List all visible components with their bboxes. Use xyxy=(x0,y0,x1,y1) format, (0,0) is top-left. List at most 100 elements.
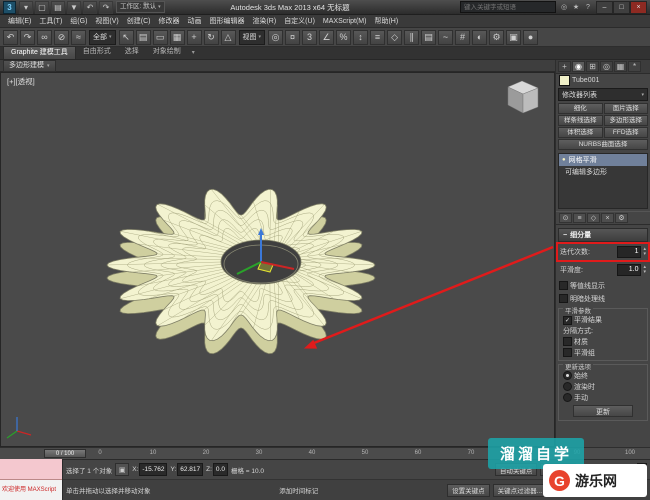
modifier-button[interactable]: 样条线选择 xyxy=(558,115,603,126)
redo-icon[interactable]: ↷ xyxy=(20,30,35,45)
stack-item[interactable]: ●网格平滑 xyxy=(559,154,647,166)
schematic-view-icon[interactable]: # xyxy=(455,30,470,45)
modifier-enabled-icon[interactable]: ● xyxy=(562,157,566,163)
community-icon[interactable]: ★ xyxy=(570,1,582,12)
modifier-button[interactable]: 面片选择 xyxy=(604,103,649,114)
rollout-subdivision-amount[interactable]: − 细分量 xyxy=(558,228,648,242)
app-logo-icon[interactable]: 3 xyxy=(3,1,16,14)
bind-to-space-warp-icon[interactable]: ≈ xyxy=(71,30,86,45)
stack-item[interactable]: 可编辑多边形 xyxy=(559,166,647,178)
update-always-radio[interactable] xyxy=(563,371,572,380)
modifier-button[interactable]: FFD选择 xyxy=(604,127,649,138)
motion-tab[interactable]: ◎ xyxy=(600,61,613,72)
gear-model[interactable] xyxy=(1,73,554,446)
x-coordinate-field[interactable]: -15.762 xyxy=(139,463,167,476)
select-and-scale-icon[interactable]: △ xyxy=(221,30,236,45)
select-and-move-icon[interactable]: + xyxy=(187,30,202,45)
utilities-tab[interactable]: * xyxy=(628,61,641,72)
listener-line[interactable]: 欢迎使用 MAXScript xyxy=(0,480,62,500)
select-and-link-icon[interactable]: ∞ xyxy=(37,30,52,45)
angle-snap-toggle-icon[interactable]: ∠ xyxy=(319,30,334,45)
select-by-name-icon[interactable]: ▤ xyxy=(136,30,151,45)
object-name-field[interactable]: Tube001 xyxy=(572,77,599,84)
key-filters-button[interactable]: 关键点过滤器... xyxy=(493,484,547,497)
modifier-button[interactable]: 多边形选择 xyxy=(604,115,649,126)
ribbon-tab[interactable]: Graphite 建模工具 xyxy=(3,46,76,59)
select-object-icon[interactable]: ↖ xyxy=(119,30,134,45)
snaps-toggle-icon[interactable]: 3 xyxy=(302,30,317,45)
shaded-lines-checkbox[interactable] xyxy=(559,294,568,303)
modify-tab[interactable]: ◉ xyxy=(572,61,585,72)
menu-item[interactable]: 修改器 xyxy=(154,18,183,25)
redo-icon[interactable]: ↷ xyxy=(99,1,113,14)
update-when-rendering-radio[interactable] xyxy=(563,382,572,391)
modifier-list-dropdown[interactable]: 修改器列表 ▾ xyxy=(558,88,648,101)
ribbon-tab[interactable]: 对象绘制 xyxy=(146,46,188,58)
isoline-display-checkbox[interactable] xyxy=(559,281,568,290)
smooth-result-checkbox[interactable]: ✓ xyxy=(563,316,572,325)
reference-coordinate-dropdown[interactable]: 视图▾ xyxy=(239,30,266,45)
materials-checkbox[interactable] xyxy=(563,337,572,346)
show-end-result-icon[interactable]: ≡ xyxy=(573,213,586,223)
menu-item[interactable]: 编辑(E) xyxy=(4,18,35,25)
ribbon-minimize-icon[interactable]: ▾ xyxy=(192,47,195,59)
smoothing-groups-checkbox[interactable] xyxy=(563,348,572,357)
polygon-modeling-section-button[interactable]: 多边形建模 ▾ xyxy=(3,60,56,72)
menu-item[interactable]: 图形编辑器 xyxy=(205,18,248,25)
menu-item[interactable]: 创建(C) xyxy=(123,18,155,25)
z-coordinate-field[interactable]: 0.0 xyxy=(213,463,228,476)
create-tab[interactable]: + xyxy=(558,61,571,72)
modifier-button[interactable]: 体积选择 xyxy=(558,127,603,138)
time-slider-handle[interactable]: 0 / 100 xyxy=(44,449,86,458)
menu-item[interactable]: 动画 xyxy=(183,18,205,25)
spinner-snap-toggle-icon[interactable]: ↕ xyxy=(353,30,368,45)
perspective-viewport[interactable]: [+][透视] xyxy=(0,72,555,447)
percent-snap-toggle-icon[interactable]: % xyxy=(336,30,351,45)
search-icon[interactable]: ◎ xyxy=(558,1,570,12)
smoothness-spinner[interactable]: ▴▾ xyxy=(643,265,646,275)
selection-filter-dropdown[interactable]: 全部▾ xyxy=(89,30,116,45)
close-button[interactable]: × xyxy=(630,1,647,14)
hierarchy-tab[interactable]: ⊞ xyxy=(586,61,599,72)
curve-editor-icon[interactable]: ~ xyxy=(438,30,453,45)
iterations-spinner[interactable]: ▴▾ xyxy=(643,247,646,257)
configure-modifier-sets-icon[interactable]: ⚙ xyxy=(615,213,628,223)
save-file-icon[interactable]: ▼ xyxy=(67,1,81,14)
macro-recorder-line[interactable] xyxy=(0,459,62,480)
viewcube[interactable] xyxy=(498,79,544,117)
update-manually-radio[interactable] xyxy=(563,393,572,402)
selection-lock-toggle[interactable]: ▣ xyxy=(115,463,129,476)
display-tab[interactable]: ▦ xyxy=(614,61,627,72)
menu-item[interactable]: MAXScript(M) xyxy=(319,18,371,25)
y-coordinate-field[interactable]: 62.817 xyxy=(177,463,203,476)
menu-item[interactable]: 组(G) xyxy=(66,18,91,25)
viewport-label[interactable]: [+][透视] xyxy=(7,76,35,87)
add-time-tag[interactable]: 添加时间标记 xyxy=(279,485,318,495)
menu-item[interactable]: 帮助(H) xyxy=(370,18,402,25)
open-file-icon[interactable]: ▤ xyxy=(51,1,65,14)
menu-item[interactable]: 自定义(U) xyxy=(280,18,319,25)
material-editor-icon[interactable]: ◐ xyxy=(472,30,487,45)
object-color-swatch[interactable] xyxy=(559,75,570,86)
render-production-icon[interactable]: ● xyxy=(523,30,538,45)
select-and-manipulate-icon[interactable]: ¤ xyxy=(285,30,300,45)
modifier-button[interactable]: NURBS曲面选择 xyxy=(558,139,648,150)
select-and-rotate-icon[interactable]: ↻ xyxy=(204,30,219,45)
render-setup-icon[interactable]: ⚙ xyxy=(489,30,504,45)
set-key-button[interactable]: 设置关键点 xyxy=(447,484,490,497)
layer-manager-icon[interactable]: ▤ xyxy=(421,30,436,45)
help-icon[interactable]: ? xyxy=(582,2,594,13)
minimize-button[interactable]: – xyxy=(596,1,613,14)
menu-item[interactable]: 渲染(R) xyxy=(248,18,280,25)
rendered-frame-window-icon[interactable]: ▣ xyxy=(506,30,521,45)
align-icon[interactable]: ∥ xyxy=(404,30,419,45)
maxscript-mini-listener[interactable]: 欢迎使用 MAXScript xyxy=(0,459,63,500)
modifier-button[interactable]: 细化 xyxy=(558,103,603,114)
unlink-selection-icon[interactable]: ⊘ xyxy=(54,30,69,45)
maximize-button[interactable]: □ xyxy=(613,1,630,14)
ribbon-tab[interactable]: 自由形式 xyxy=(76,46,118,58)
ribbon-tab[interactable]: 选择 xyxy=(118,46,146,58)
iterations-input[interactable]: 1 xyxy=(617,246,641,258)
window-crossing-toggle-icon[interactable]: ▦ xyxy=(170,30,185,45)
application-menu-icon[interactable]: ▾ xyxy=(19,1,33,14)
